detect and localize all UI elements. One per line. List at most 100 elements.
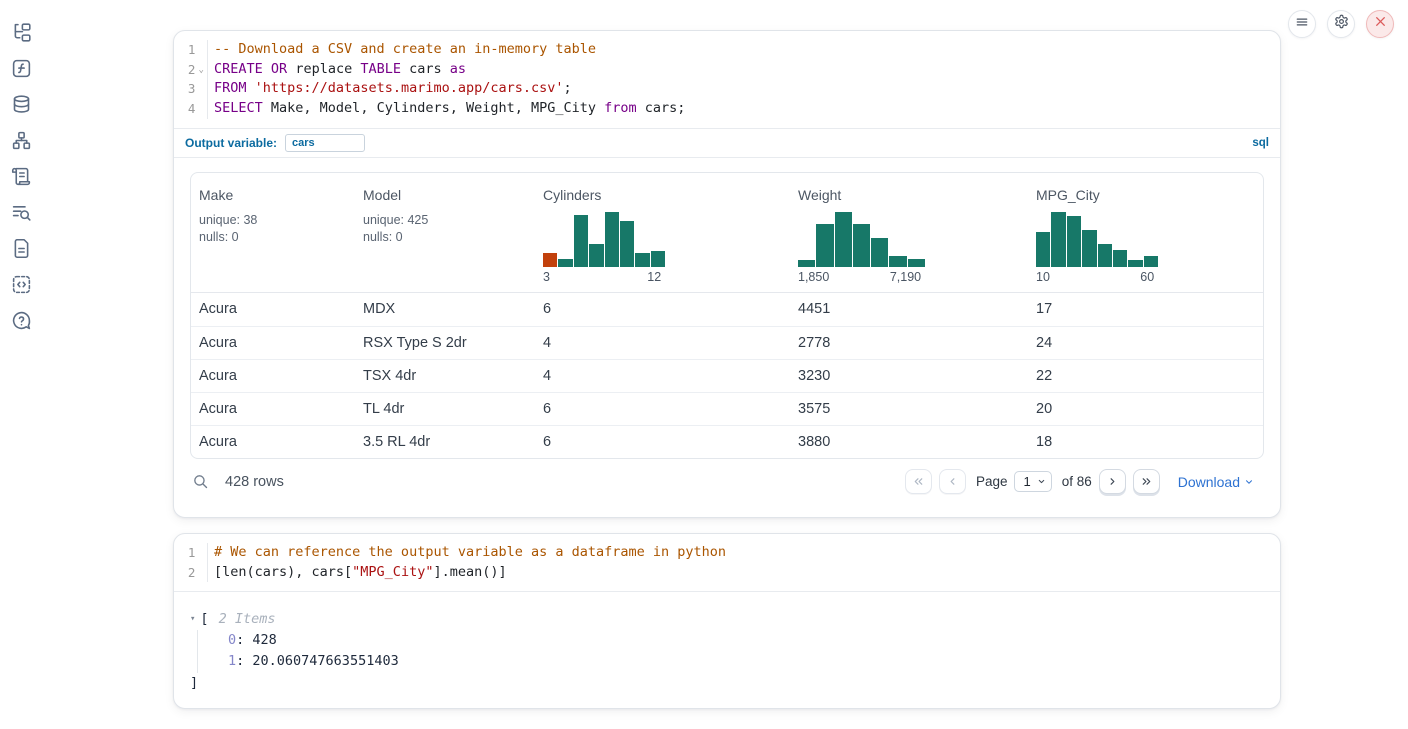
table-cell: MDX (355, 301, 535, 317)
table-cell: 24 (1028, 335, 1263, 351)
code-line: 2[len(cars), cars["MPG_City"].mean()] (174, 563, 1280, 583)
table-cell: 2778 (790, 335, 1028, 351)
search-icon[interactable] (192, 473, 209, 490)
code-token: TABLE (360, 61, 401, 77)
table-row[interactable]: AcuraMDX6445117 (191, 293, 1263, 326)
tree-entry: 1: 20.060747663551403 (228, 651, 1264, 673)
code-token: [len(cars), cars[ (214, 564, 352, 580)
table-row[interactable]: AcuraTL 4dr6357520 (191, 392, 1263, 425)
code-text: [len(cars), cars["MPG_City"].mean()] (208, 563, 507, 583)
table-cell: TL 4dr (355, 401, 535, 417)
table-row[interactable]: AcuraTSX 4dr4323022 (191, 359, 1263, 392)
histogram-bar (543, 253, 557, 267)
histogram-bar (620, 221, 634, 267)
first-page-button[interactable] (905, 469, 932, 494)
snippets-icon[interactable] (8, 273, 34, 295)
histogram-bar (1051, 212, 1065, 267)
sql-code-editor[interactable]: 1-- Download a CSV and create an in-memo… (174, 31, 1280, 128)
column-header[interactable]: Makeunique: 38nulls: 0 (191, 173, 355, 292)
code-token: 'https://datasets.marimo.app/cars.csv' (255, 80, 564, 96)
code-line: 1-- Download a CSV and create an in-memo… (174, 40, 1280, 60)
row-count: 428 rows (225, 474, 284, 490)
table-cell: 18 (1028, 434, 1263, 450)
tree-entry-index: 1 (228, 653, 236, 669)
scratchpad-icon[interactable] (8, 165, 34, 187)
chevron-down-icon (1244, 477, 1254, 487)
table-cell: 4451 (790, 301, 1028, 317)
output-variable-input[interactable] (285, 134, 365, 152)
next-page-button[interactable] (1099, 469, 1126, 494)
notebook-menu-button[interactable] (1288, 10, 1316, 38)
download-label: Download (1178, 474, 1240, 490)
code-line: 1# We can reference the output variable … (174, 543, 1280, 563)
column-header[interactable]: MPG_City1060 (1028, 173, 1263, 292)
close-x-icon (1374, 15, 1387, 33)
histogram-min-label: 1,850 (798, 270, 829, 284)
python-code-editor[interactable]: 1# We can reference the output variable … (174, 534, 1280, 591)
histogram-max-label: 60 (1140, 270, 1154, 284)
code-token (263, 61, 271, 77)
histogram-axis-labels: 10 60 (1036, 270, 1158, 284)
previous-page-button[interactable] (939, 469, 966, 494)
table-cell: TSX 4dr (355, 368, 535, 384)
tree-entries: 0: 4281: 20.060747663551403 (197, 630, 1264, 673)
column-histogram: 10 60 (1036, 212, 1158, 284)
column-header[interactable]: Cylinders312 (535, 173, 790, 292)
histogram-axis-labels: 1,8507,190 (798, 270, 925, 284)
code-text: FROM 'https://datasets.marimo.app/cars.c… (208, 79, 572, 99)
python-cell: 1# We can reference the output variable … (173, 533, 1281, 709)
tree-close-bracket: ] (190, 673, 1264, 695)
code-text: SELECT Make, Model, Cylinders, Weight, M… (208, 99, 685, 119)
shutdown-button[interactable] (1366, 10, 1394, 38)
tree-entry-separator: : (236, 653, 252, 669)
column-header[interactable]: Modelunique: 425nulls: 0 (355, 173, 535, 292)
fold-chevron-icon[interactable]: ⌄ (195, 60, 207, 80)
table-cell: Acura (191, 301, 355, 317)
code-line: 2⌄CREATE OR replace TABLE cars as (174, 60, 1280, 80)
histogram-bar (835, 212, 852, 267)
histogram-min-label: 10 (1036, 270, 1050, 284)
line-number: 4 (174, 99, 195, 119)
histogram-bar (635, 253, 649, 267)
language-badge[interactable]: sql (1252, 137, 1269, 149)
histogram-bar (1098, 244, 1112, 267)
code-token: ; (564, 80, 572, 96)
histogram-axis-labels: 312 (543, 270, 665, 284)
table-cell: Acura (191, 368, 355, 384)
output-variable-row: Output variable: sql (174, 129, 1280, 157)
gutter: 2⌄ (174, 60, 208, 80)
download-button[interactable]: Download (1178, 474, 1254, 490)
database-icon[interactable] (8, 93, 34, 115)
table-row[interactable]: Acura3.5 RL 4dr6388018 (191, 425, 1263, 458)
dependency-graph-icon[interactable] (8, 129, 34, 151)
function-icon[interactable] (8, 57, 34, 79)
code-text: CREATE OR replace TABLE cars as (208, 60, 466, 80)
file-tree-icon[interactable] (8, 21, 34, 43)
code-token (247, 80, 255, 96)
column-header[interactable]: Weight1,8507,190 (790, 173, 1028, 292)
tree-entry-value: 20.060747663551403 (252, 653, 398, 669)
documentation-icon[interactable] (8, 237, 34, 259)
output-variable-label: Output variable: (185, 136, 277, 150)
table-cell: 4 (535, 335, 790, 351)
settings-button[interactable] (1327, 10, 1355, 38)
table-cell: RSX Type S 2dr (355, 335, 535, 351)
code-token: "MPG_City" (352, 564, 433, 580)
histogram-bars[interactable] (543, 212, 665, 267)
table-row[interactable]: AcuraRSX Type S 2dr4277824 (191, 326, 1263, 359)
tree-collapse-chevron-icon[interactable]: ▾ (190, 614, 195, 624)
table-cell: Acura (191, 434, 355, 450)
page-total-label: of 86 (1062, 474, 1092, 489)
histogram-bars[interactable] (798, 212, 925, 267)
code-token: replace (287, 61, 360, 77)
table-cell: 3230 (790, 368, 1028, 384)
histogram-bars[interactable] (1036, 212, 1158, 267)
logs-search-icon[interactable] (8, 201, 34, 223)
code-text: -- Download a CSV and create an in-memor… (208, 40, 596, 60)
histogram-bar (1067, 216, 1081, 267)
table-cell: 4 (535, 368, 790, 384)
fold-chevron-icon (195, 79, 207, 99)
last-page-button[interactable] (1133, 469, 1160, 494)
page-select[interactable]: 1 (1014, 471, 1051, 492)
help-icon[interactable] (8, 309, 34, 331)
